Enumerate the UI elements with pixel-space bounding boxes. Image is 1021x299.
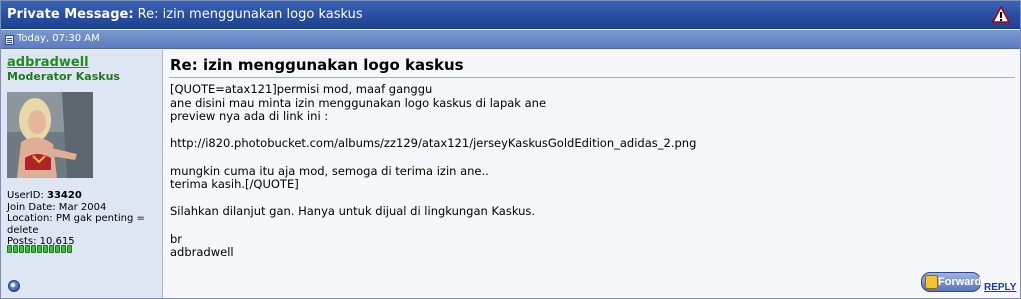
username-link[interactable]: adbradwell <box>7 55 89 70</box>
reputation-pip <box>7 245 12 253</box>
avatar <box>7 92 93 178</box>
reputation-pip <box>31 245 36 253</box>
title-prefix: Private Message: <box>7 7 134 22</box>
reputation-pip <box>25 245 30 253</box>
reputation-pip <box>37 245 42 253</box>
online-status-icon <box>8 280 20 292</box>
private-message-panel: Private Message: Re: izin menggunakan lo… <box>0 0 1021 299</box>
title-subject: Re: izin menggunakan logo kaskus <box>137 7 363 22</box>
reputation-pip <box>55 245 60 253</box>
message-titlebar: Private Message: Re: izin menggunakan lo… <box>1 1 1020 29</box>
forward-label: Forward <box>938 276 982 288</box>
user-title: Moderator Kaskus <box>7 70 120 83</box>
post-date: Today, 07:30 AM <box>17 33 100 44</box>
message-body: [QUOTE=atax121]permisi mod, maaf ganggu … <box>170 82 697 260</box>
reply-link[interactable]: REPLY <box>984 282 1016 293</box>
message-content: Re: izin menggunakan logo kaskus [QUOTE=… <box>164 50 1020 298</box>
warning-triangle-icon[interactable] <box>992 6 1010 23</box>
reputation-pip <box>43 245 48 253</box>
reputation-bar <box>7 245 72 253</box>
title-divider <box>169 77 1015 78</box>
user-info: UserID: 33420 Join Date: Mar 2004 Locati… <box>7 190 157 248</box>
forward-icon <box>925 275 938 289</box>
reputation-pip <box>49 245 54 253</box>
reputation-pip <box>13 245 18 253</box>
post-title: Re: izin menggunakan logo kaskus <box>170 56 464 74</box>
window-title: Private Message: Re: izin menggunakan lo… <box>7 7 363 22</box>
reputation-pip <box>61 245 66 253</box>
forward-button[interactable]: Forward <box>921 272 981 292</box>
join-date: Join Date: Mar 2004 <box>7 201 107 213</box>
document-icon <box>5 35 14 45</box>
user-location: Location: PM gak penting = delete <box>7 213 145 236</box>
user-id: 33420 <box>47 190 82 201</box>
user-id-row: UserID: 33420 <box>7 190 157 202</box>
reputation-pip <box>67 245 72 253</box>
user-sidebar: adbradwell Moderator Kaskus UserID: 3342… <box>1 50 163 298</box>
user-id-label: UserID: <box>7 190 44 201</box>
reputation-pip <box>19 245 24 253</box>
post-date-bar: Today, 07:30 AM <box>1 30 1020 49</box>
